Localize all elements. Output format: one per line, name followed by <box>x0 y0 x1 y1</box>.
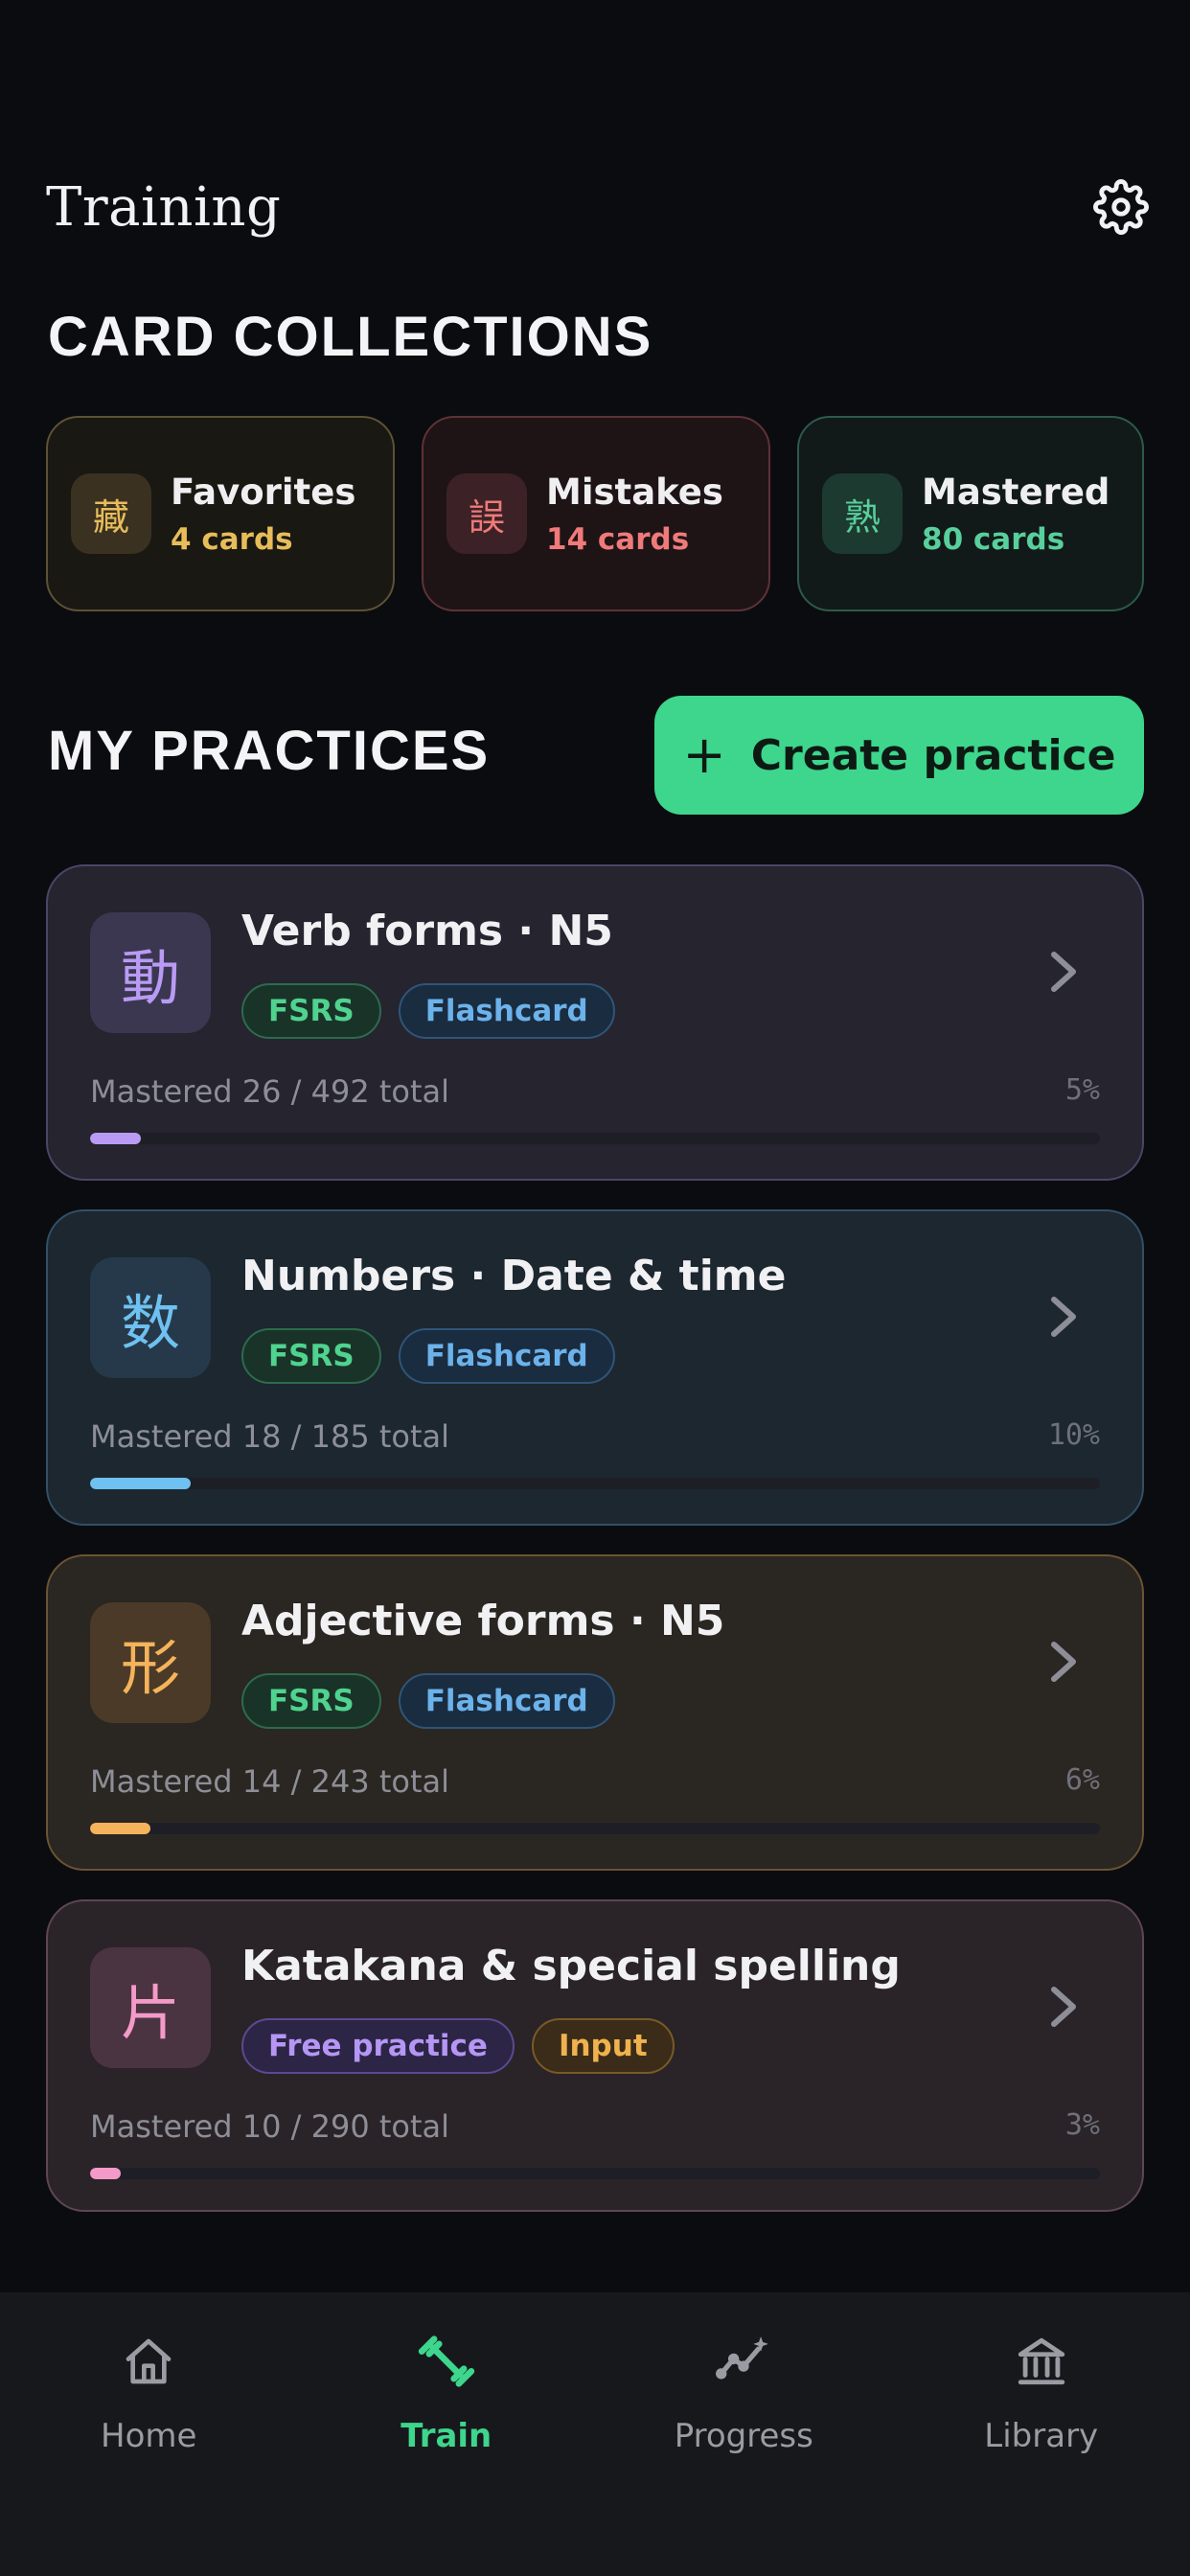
nav-library[interactable]: Library <box>893 2292 1190 2576</box>
mastered-glyph-icon: 熟 <box>822 473 903 554</box>
chevron-right-icon <box>1051 1297 1076 1337</box>
practice-glyph-icon: 動 <box>90 912 211 1033</box>
collection-name: Mastered <box>922 471 1110 513</box>
tag-fsrs: FSRS <box>241 1328 381 1384</box>
progress-track <box>90 1133 1100 1144</box>
nav-progress[interactable]: Progress <box>595 2292 893 2576</box>
mistakes-glyph-icon: 誤 <box>446 473 527 554</box>
progress-chart-icon <box>716 2336 769 2380</box>
collection-mastered[interactable]: 熟 Mastered 80 cards <box>797 416 1144 611</box>
practice-glyph-icon: 片 <box>90 1947 211 2068</box>
progress-track <box>90 1478 1100 1489</box>
nav-label: Library <box>984 2417 1099 2455</box>
collection-mistakes[interactable]: 誤 Mistakes 14 cards <box>422 416 770 611</box>
tag-fsrs: FSRS <box>241 983 381 1039</box>
practice-tags: FSRS Flashcard <box>241 1328 632 1384</box>
tag-flashcard: Flashcard <box>398 1328 615 1384</box>
settings-button[interactable] <box>1087 172 1156 242</box>
tag-flashcard: Flashcard <box>398 1673 615 1729</box>
collection-count: 4 cards <box>171 521 293 557</box>
nav-label: Home <box>101 2417 197 2455</box>
card-collections-title: CARD COLLECTIONS <box>48 306 653 368</box>
header: Training <box>46 169 1149 245</box>
practice-percent: 6% <box>1064 1763 1100 1797</box>
practice-stats: Mastered 26 / 492 total <box>90 1073 450 1110</box>
practice-title: Katakana & special spelling <box>241 1942 901 1990</box>
page-title: Training <box>46 175 282 239</box>
progress-fill <box>90 2168 121 2179</box>
practice-card-verb-forms[interactable]: 動 Verb forms · N5 FSRS Flashcard Mastere… <box>46 864 1144 1181</box>
progress-track <box>90 2168 1100 2179</box>
practice-tags: Free practice Input <box>241 2018 692 2074</box>
bottom-nav: Home Train Progress Library <box>0 2292 1190 2576</box>
collection-name: Favorites <box>171 471 356 513</box>
my-practices-title: MY PRACTICES <box>48 720 491 782</box>
practice-title: Adjective forms · N5 <box>241 1597 725 1645</box>
card-collections: 藏 Favorites 4 cards 誤 Mistakes 14 cards … <box>46 416 1144 611</box>
nav-train[interactable]: Train <box>298 2292 596 2576</box>
tag-fsrs: FSRS <box>241 1673 381 1729</box>
home-icon <box>126 2338 172 2384</box>
collection-favorites[interactable]: 藏 Favorites 4 cards <box>46 416 395 611</box>
create-practice-label: Create practice <box>750 730 1116 780</box>
collection-name: Mistakes <box>546 471 723 513</box>
nav-label: Train <box>400 2417 492 2455</box>
dumbbell-icon <box>418 2335 474 2387</box>
progress-fill <box>90 1133 141 1144</box>
tag-free-practice: Free practice <box>241 2018 515 2074</box>
practice-card-numbers[interactable]: 数 Numbers · Date & time FSRS Flashcard M… <box>46 1209 1144 1526</box>
practice-stats: Mastered 14 / 243 total <box>90 1763 450 1800</box>
practice-glyph-icon: 形 <box>90 1602 211 1723</box>
practice-stats: Mastered 18 / 185 total <box>90 1418 450 1455</box>
collection-count: 14 cards <box>546 521 690 557</box>
practice-title: Verb forms · N5 <box>241 907 613 955</box>
tag-flashcard: Flashcard <box>398 983 615 1039</box>
favorites-glyph-icon: 藏 <box>71 473 151 554</box>
practice-percent: 10% <box>1047 1418 1100 1452</box>
collection-count: 80 cards <box>922 521 1065 557</box>
create-practice-button[interactable]: + Create practice <box>654 696 1144 815</box>
chevron-right-icon <box>1051 952 1076 992</box>
gear-icon <box>1093 179 1149 235</box>
progress-fill <box>90 1823 151 1834</box>
tag-input: Input <box>531 2018 675 2074</box>
chevron-right-icon <box>1051 1642 1076 1682</box>
progress-track <box>90 1823 1100 1834</box>
practice-card-katakana[interactable]: 片 Katakana & special spelling Free pract… <box>46 1899 1144 2212</box>
plus-icon: + <box>682 724 726 785</box>
practice-percent: 3% <box>1064 2108 1100 2142</box>
nav-label: Progress <box>674 2417 813 2455</box>
progress-fill <box>90 1478 192 1489</box>
library-icon <box>1018 2337 1064 2385</box>
practice-stats: Mastered 10 / 290 total <box>90 2108 450 2145</box>
training-screen: Training CARD COLLECTIONS 藏 Favorites 4 … <box>0 0 1190 2576</box>
practice-tags: FSRS Flashcard <box>241 983 632 1039</box>
practice-glyph-icon: 数 <box>90 1257 211 1378</box>
chevron-right-icon <box>1051 1987 1076 2027</box>
nav-home[interactable]: Home <box>0 2292 298 2576</box>
practice-title: Numbers · Date & time <box>241 1252 787 1300</box>
practice-card-adjective-forms[interactable]: 形 Adjective forms · N5 FSRS Flashcard Ma… <box>46 1554 1144 1871</box>
practice-percent: 5% <box>1064 1073 1100 1107</box>
practice-tags: FSRS Flashcard <box>241 1673 632 1729</box>
